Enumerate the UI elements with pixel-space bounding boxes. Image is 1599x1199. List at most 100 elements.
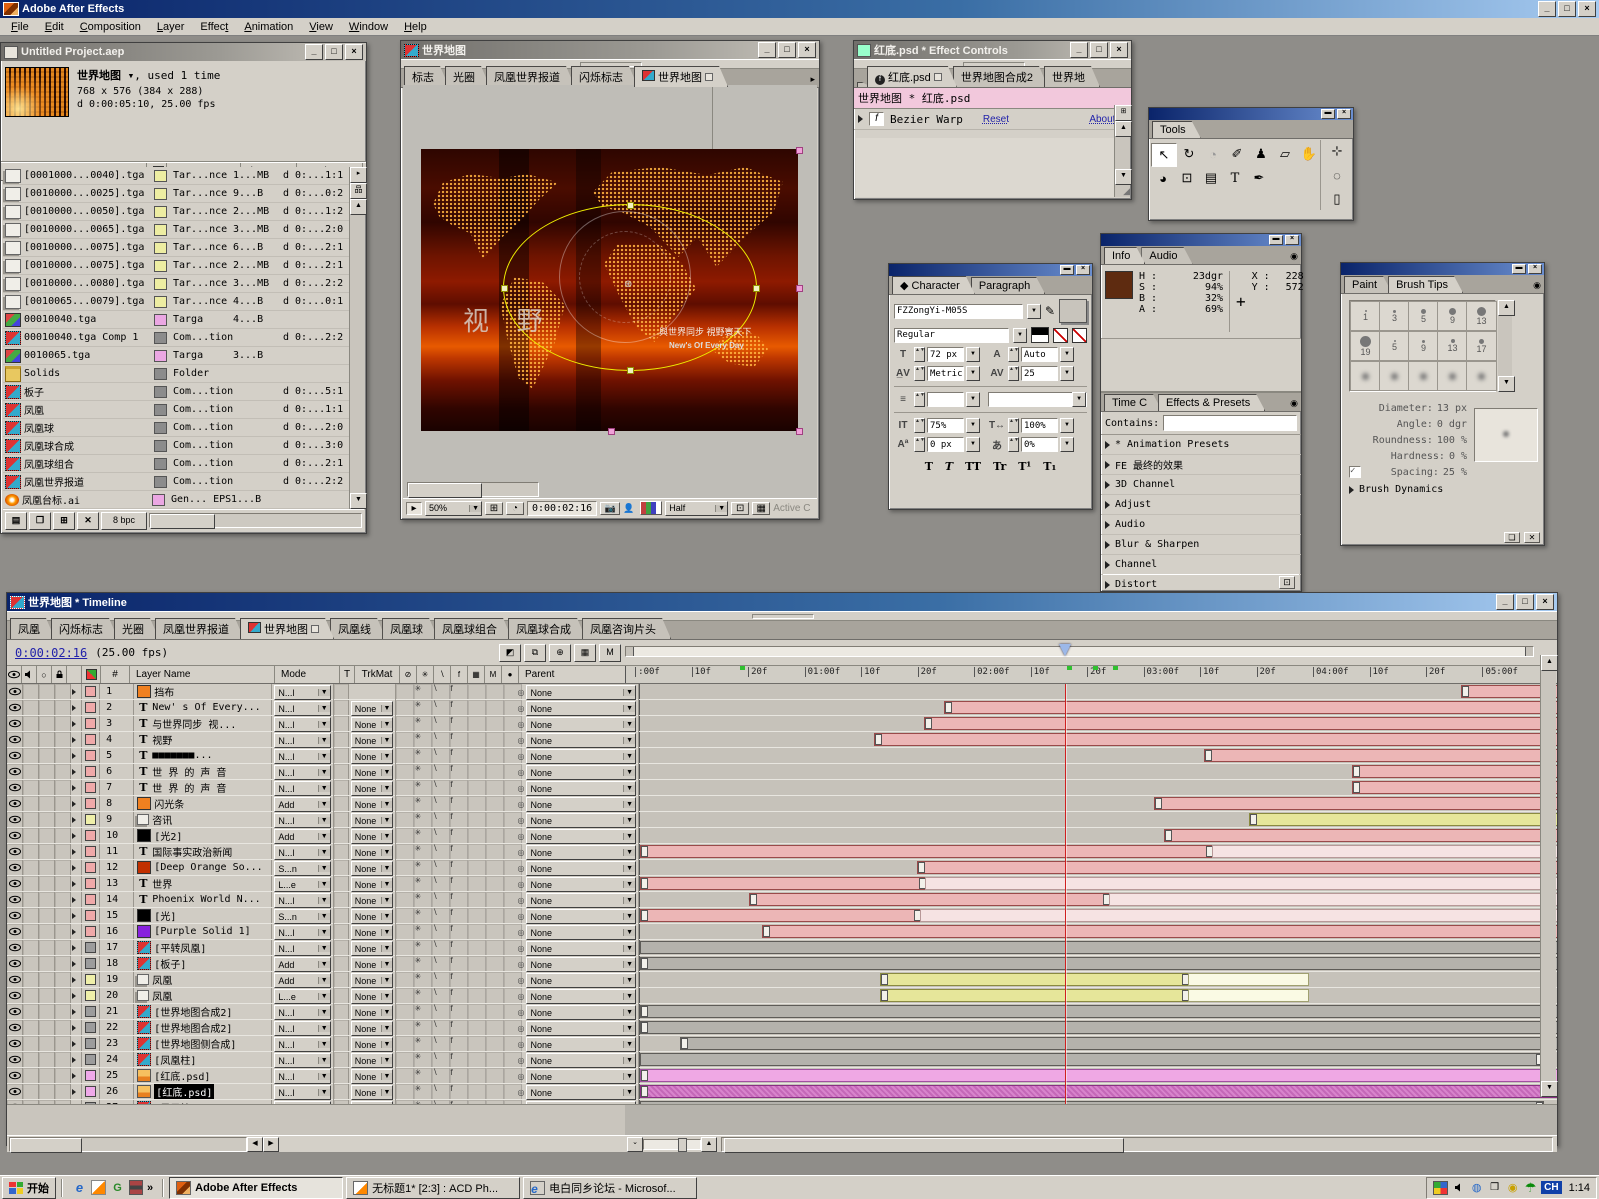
scroll-up-icon[interactable]: ▲ <box>1541 655 1558 671</box>
effects-toggle[interactable]: f <box>450 1004 468 1019</box>
motion-blur-toggle[interactable] <box>486 908 504 923</box>
menu-animation[interactable]: Animation <box>237 20 300 34</box>
trkmat-select[interactable]: None▼ <box>351 1037 394 1052</box>
chevron-down-icon[interactable]: ▼ <box>1060 437 1074 452</box>
pickwhip-icon[interactable]: ◎ <box>517 752 524 761</box>
clone-stamp-tool-icon[interactable]: ♟ <box>1249 143 1273 165</box>
always-preview-icon[interactable]: ▸ <box>406 502 422 515</box>
volume-tray-icon[interactable] <box>1451 1180 1466 1195</box>
layer-solo-toggle[interactable] <box>39 860 55 875</box>
motion-blur-icon[interactable]: M <box>485 666 502 683</box>
hand-tool-icon[interactable]: ✋ <box>1297 143 1321 165</box>
layer-row[interactable]: 18[板子]Add▼None▼✳∖f◎None▼ <box>7 956 1557 972</box>
quality-toggle[interactable]: ∖ <box>432 764 450 779</box>
motion-blur-toggle[interactable] <box>486 748 504 763</box>
twirl-icon[interactable] <box>72 1089 76 1095</box>
quality-toggle[interactable]: ∖ <box>432 924 450 939</box>
layer-expander[interactable] <box>67 1068 82 1083</box>
layer-expander[interactable] <box>67 1084 82 1099</box>
quality-icon[interactable]: ∖ <box>434 666 451 683</box>
shy-toggle[interactable] <box>396 1084 414 1099</box>
layer-audio-toggle[interactable] <box>23 892 39 907</box>
twirl-icon[interactable] <box>1105 541 1110 549</box>
pickwhip-icon[interactable]: ◎ <box>517 912 524 921</box>
project-row[interactable]: [0010000...0080].tgaTar...nce3...MBd 0:.… <box>3 275 349 293</box>
layer-solo-toggle[interactable] <box>39 972 55 987</box>
layer-solo-toggle[interactable] <box>39 780 55 795</box>
vertical-scale-field-value[interactable]: 75% <box>927 418 964 433</box>
layer-name-cell[interactable]: [世界地图合成2] <box>134 1020 272 1035</box>
eye-icon[interactable] <box>7 666 22 683</box>
project-row[interactable]: 00010040.tgaTarga4...B <box>3 311 349 329</box>
chevron-down-icon[interactable]: ▼ <box>1013 328 1027 343</box>
layer-eye-toggle[interactable] <box>7 828 23 843</box>
layer-audio-toggle[interactable] <box>23 828 39 843</box>
twirl-icon[interactable] <box>1349 486 1354 494</box>
shy-toggle[interactable] <box>396 1052 414 1067</box>
motion-blur-toggle[interactable] <box>486 732 504 747</box>
layer-name-cell[interactable]: 凤凰 <box>134 988 272 1003</box>
channel-icon[interactable] <box>640 501 662 515</box>
preserve-transparency-toggle[interactable] <box>334 748 349 763</box>
layer-solo-toggle[interactable] <box>39 1004 55 1019</box>
timeline-tab-凤凰球合成[interactable]: 凤凰球合成 <box>508 618 586 639</box>
layer-solo-toggle[interactable] <box>39 988 55 1003</box>
parent-select[interactable]: None▼ <box>526 701 636 716</box>
preserve-transparency-toggle[interactable] <box>334 1068 349 1083</box>
work-area-end-handle[interactable] <box>1525 647 1533 656</box>
collapse-toggle[interactable]: ✳ <box>414 860 432 875</box>
layer-duration-bar[interactable] <box>874 733 1557 746</box>
twirl-icon[interactable] <box>72 929 76 935</box>
project-row[interactable]: 凤凰球组合Com...tiond 0:...2:1 <box>3 455 349 473</box>
cti-head-icon[interactable] <box>1059 644 1071 656</box>
work-area-start-handle[interactable] <box>626 647 634 656</box>
pickwhip-icon[interactable]: ◎ <box>517 960 524 969</box>
parent-select[interactable]: None▼ <box>526 1085 636 1100</box>
bar-in-handle[interactable] <box>1353 766 1360 777</box>
collapse-toggle[interactable]: ✳ <box>414 684 432 699</box>
layer-expander[interactable] <box>67 860 82 875</box>
trkmat-select[interactable]: None▼ <box>351 717 394 732</box>
project-row[interactable]: [0001000...0040].tgaTar...nce1...MBd 0:.… <box>3 167 349 185</box>
trkmat-select[interactable]: None▼ <box>351 1021 394 1036</box>
layer-eye-toggle[interactable] <box>7 1068 23 1083</box>
project-row[interactable]: 凤凰台标.aiGen... EPS1...B <box>3 491 349 509</box>
collapse-icon[interactable]: ▬ <box>1060 265 1074 275</box>
layer-duration-bar[interactable] <box>640 877 927 890</box>
layer-audio-toggle[interactable] <box>23 876 39 891</box>
layer-expander[interactable] <box>67 1052 82 1067</box>
character-palette[interactable]: ▬×◆ CharacterParagraphFZZongYi-M05S▼✎Reg… <box>888 263 1093 510</box>
mode-select[interactable]: N...l▼ <box>274 701 330 716</box>
preserve-transparency-toggle[interactable] <box>334 972 349 987</box>
quality-toggle[interactable]: ∖ <box>432 796 450 811</box>
graph-hscroll[interactable] <box>721 1137 1553 1152</box>
stepper-icon[interactable]: ▲▼ <box>1008 437 1019 452</box>
timeline-tab-凤凰咨询片头[interactable]: 凤凰咨询片头 <box>582 618 671 639</box>
tools-palette[interactable]: ▬×Tools↖↻◔✐♟▱✋◕⊡▤T✒⊹◌▯ <box>1148 107 1354 221</box>
mode-select[interactable]: N...l▼ <box>274 1069 330 1084</box>
layer-row[interactable]: 14TPhoenix World N...N...l▼None▼✳∖f◎None… <box>7 892 1557 908</box>
motion-blur-toggle[interactable] <box>486 876 504 891</box>
layer-duration-bar[interactable] <box>640 1085 1557 1098</box>
parent-select[interactable]: None▼ <box>526 1037 636 1052</box>
taskbar-task-2[interactable]: e电白同乡论坛 - Microsof... <box>523 1177 697 1199</box>
comp-marker[interactable] <box>1067 666 1072 670</box>
motion-blur-toggle[interactable] <box>486 988 504 1003</box>
layer-duration-bar[interactable] <box>1188 973 1308 986</box>
label-swatch[interactable] <box>154 404 167 416</box>
layer-expander[interactable] <box>67 764 82 779</box>
scroll-right-icon[interactable]: ▶ <box>263 1137 279 1152</box>
effects-toggle[interactable]: f <box>450 1084 468 1099</box>
layer-name-cell[interactable]: T视野 <box>134 732 272 747</box>
column-trkmat[interactable]: TrkMat <box>355 666 400 683</box>
flowchart-icon[interactable]: 品 <box>350 183 367 199</box>
layer-name-cell[interactable]: T■■■■■■■... <box>134 748 272 763</box>
layer-name-cell[interactable]: 挡布 <box>134 684 272 699</box>
effects-category[interactable]: 3D Channel <box>1101 475 1301 495</box>
delete-brush-icon[interactable]: ✕ <box>1524 532 1540 543</box>
bar-in-handle[interactable] <box>641 1006 648 1017</box>
ie-quicklaunch-icon[interactable]: e <box>72 1180 87 1195</box>
messenger-tray-icon[interactable]: ◉ <box>1505 1180 1520 1195</box>
layer-label-swatch[interactable] <box>82 796 100 811</box>
layer-row[interactable]: 8闪光条Add▼None▼✳∖f◎None▼ <box>7 796 1557 812</box>
